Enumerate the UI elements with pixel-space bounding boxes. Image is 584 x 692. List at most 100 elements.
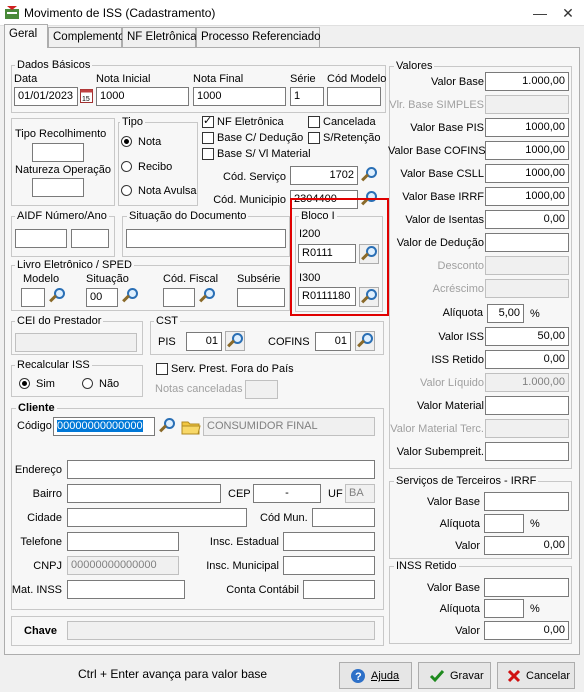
aliquota-input[interactable]: 5,00 [487,304,524,323]
ajuda-button[interactable]: ? Ajuda [339,662,412,689]
gravar-button[interactable]: Gravar [418,662,491,689]
cliente-mat-inss-input[interactable] [67,580,185,599]
cod-servico-search-icon[interactable] [360,166,380,186]
tipo-recibo-label[interactable]: Recibo [138,161,172,174]
s-retencao-label[interactable]: S/Retenção [323,132,380,145]
livro-subserie-input[interactable] [237,288,285,307]
cancelada-checkbox[interactable] [308,116,320,128]
tab-nf-eletronica[interactable]: NF Eletrônica [122,27,197,47]
natureza-operacao-input[interactable] [32,178,84,197]
cliente-endereco-input[interactable] [67,460,375,479]
aidf-numero-input[interactable] [15,229,67,248]
cliente-cidade-label: Cidade [27,512,62,524]
cst-cofins-input[interactable]: 01 [315,332,351,351]
cliente-cnpj-input[interactable]: 00000000000000 [67,556,179,575]
cei-input[interactable] [15,333,137,352]
desconto-input[interactable] [485,256,569,275]
base-s-vl-material-label[interactable]: Base S/ Vl Material [217,148,311,161]
serv-prest-checkbox[interactable] [156,363,168,375]
cod-servico-input[interactable]: 1702 [290,166,358,185]
valor-material-terc-input[interactable] [485,419,569,438]
tipo-nota-label[interactable]: Nota [138,136,161,149]
tipo-nota-avulsa-radio[interactable] [121,185,132,196]
folder-icon[interactable] [181,418,201,436]
cod-modelo-input[interactable] [327,87,381,106]
cliente-insc-municipal-input[interactable] [283,556,375,575]
valor-liquido-input[interactable]: 1.000,00 [485,373,569,392]
livro-situacao-input[interactable]: 00 [86,288,118,307]
valor-base-irrf-label: Valor Base IRRF [402,191,484,203]
cliente-codigo-input[interactable]: 00000000000000 [53,417,155,436]
livro-subserie-label: Subsérie [237,273,281,285]
tipo-nota-radio[interactable] [121,136,132,147]
vlr-base-simples-input[interactable] [485,95,569,114]
valor-base-input[interactable]: 1.000,00 [485,72,569,91]
valor-de-isentas-input[interactable]: 0,00 [485,210,569,229]
tab-geral[interactable]: Geral [4,24,48,48]
aidf-ano-input[interactable] [71,229,109,248]
inss-valor-base-input[interactable] [484,578,569,597]
livro-cod-fiscal-input[interactable] [163,288,195,307]
notas-canceladas-input[interactable] [245,380,278,399]
valor-subempreit-input[interactable] [485,442,569,461]
tipo-nota-avulsa-label[interactable]: Nota Avulsa [138,185,197,198]
valor-base-csll-input[interactable]: 1000,00 [485,164,569,183]
cliente-telefone-input[interactable] [67,532,179,551]
recalcular-nao-radio[interactable] [82,378,93,389]
chave-input[interactable] [67,621,375,640]
cancelar-button[interactable]: Cancelar [497,662,575,689]
valor-de-deducao-input[interactable] [485,233,569,252]
cliente-search-icon[interactable] [158,417,178,437]
livro-modelo-search-icon[interactable] [48,287,68,307]
nf-eletronica-checkbox[interactable] [202,115,214,128]
base-c-deducao-label[interactable]: Base C/ Dedução [217,132,303,145]
nf-eletronica-label[interactable]: NF Eletrônica [217,116,284,129]
livro-cod-fiscal-search-icon[interactable] [198,287,218,307]
cst-cofins-search-icon[interactable] [355,331,375,351]
serv-prest-label[interactable]: Serv. Prest. Fora do País [171,363,294,376]
valor-base-cofins-input[interactable]: 1000,00 [485,141,569,160]
tab-processo-referenciado[interactable]: Processo Referenciado [196,27,321,47]
acrescimo-input[interactable] [485,279,569,298]
valor-iss-input[interactable]: 50,00 [485,327,569,346]
nota-final-input[interactable]: 1000 [193,87,286,106]
data-input[interactable]: 01/01/2023 [14,87,78,106]
cliente-nome-input[interactable]: CONSUMIDOR FINAL [203,417,375,436]
cliente-conta-contabil-input[interactable] [303,580,375,599]
cst-pis-input[interactable]: 01 [186,332,222,351]
iss-retido-input[interactable]: 0,00 [485,350,569,369]
terceiros-aliquota-input[interactable] [484,514,524,533]
cancelada-label[interactable]: Cancelada [323,116,376,129]
close-button[interactable]: ✕ [556,4,580,22]
valor-material-input[interactable] [485,396,569,415]
cst-pis-search-icon[interactable] [225,331,245,351]
recalcular-nao-label[interactable]: Não [99,378,119,391]
base-s-vl-material-checkbox[interactable] [202,148,214,160]
terceiros-valor-input[interactable]: 0,00 [484,536,569,555]
calendar-icon[interactable]: 15 [80,88,93,103]
terceiros-valor-base-input[interactable] [484,492,569,511]
valor-base-irrf-input[interactable]: 1000,00 [485,187,569,206]
situacao-documento-input[interactable] [126,229,286,248]
inss-valor-input[interactable]: 0,00 [484,621,569,640]
valor-base-pis-input[interactable]: 1000,00 [485,118,569,137]
recalcular-sim-label[interactable]: Sim [36,378,55,391]
serie-input[interactable]: 1 [290,87,324,106]
tipo-recolhimento-input[interactable] [32,143,84,162]
minimize-button[interactable]: — [528,4,552,22]
base-c-deducao-checkbox[interactable] [202,132,214,144]
tipo-recibo-radio[interactable] [121,161,132,172]
cliente-uf-input[interactable]: BA [345,484,375,503]
nota-inicial-input[interactable]: 1000 [96,87,189,106]
s-retencao-checkbox[interactable] [308,132,320,144]
recalcular-sim-radio[interactable] [19,378,30,389]
inss-aliquota-input[interactable] [484,599,524,618]
livro-modelo-input[interactable] [21,288,45,307]
tab-complemento[interactable]: Complemento [48,27,125,47]
cliente-cod-mun-input[interactable] [312,508,375,527]
cliente-cidade-input[interactable] [67,508,247,527]
cliente-bairro-input[interactable] [67,484,221,503]
cliente-insc-estadual-input[interactable] [283,532,375,551]
livro-situacao-search-icon[interactable] [121,287,141,307]
cliente-cep-input[interactable]: - [253,484,321,503]
